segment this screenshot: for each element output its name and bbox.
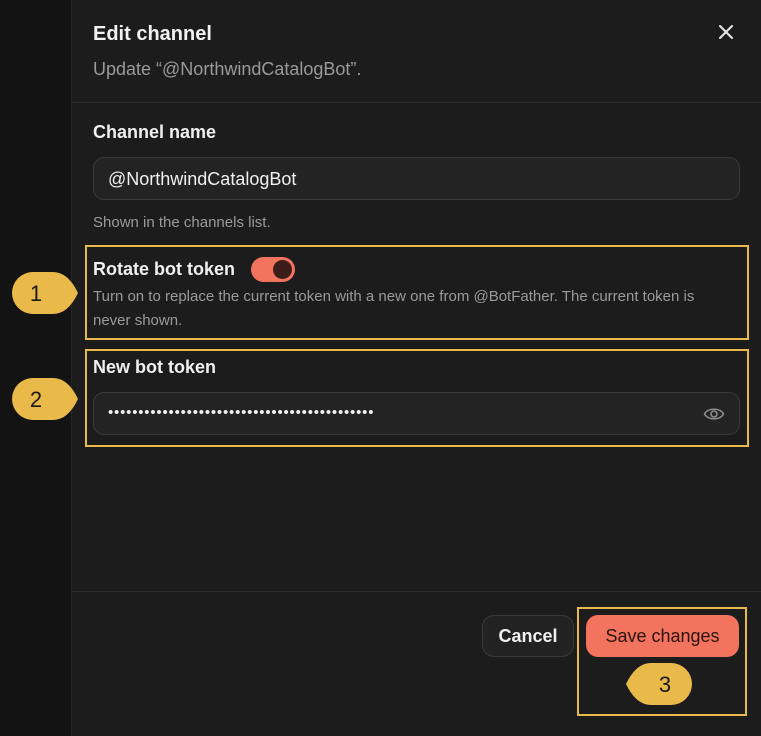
channel-name-value: @NorthwindCatalogBot (108, 169, 297, 189)
close-icon (719, 25, 733, 39)
channel-name-label: Channel name (93, 122, 217, 142)
channel-name-hint: Shown in the channels list. (93, 214, 271, 231)
dialog-header: Edit channel Update “@NorthwindCatalogBo… (72, 0, 761, 103)
dialog-title: Edit channel (93, 23, 212, 45)
callout-number-2: 2 (29, 387, 43, 412)
callout-number-3: 3 (658, 672, 672, 697)
cancel-button[interactable]: Cancel (482, 615, 574, 657)
highlight-new-token (85, 349, 749, 447)
close-button[interactable] (712, 18, 740, 46)
dialog-subtitle: Update “@NorthwindCatalogBot”. (93, 59, 362, 79)
highlight-rotate-token (85, 245, 749, 340)
callout-number-1: 1 (29, 281, 43, 306)
channel-name-input[interactable]: @NorthwindCatalogBot (93, 157, 740, 200)
page-backdrop (0, 0, 72, 736)
